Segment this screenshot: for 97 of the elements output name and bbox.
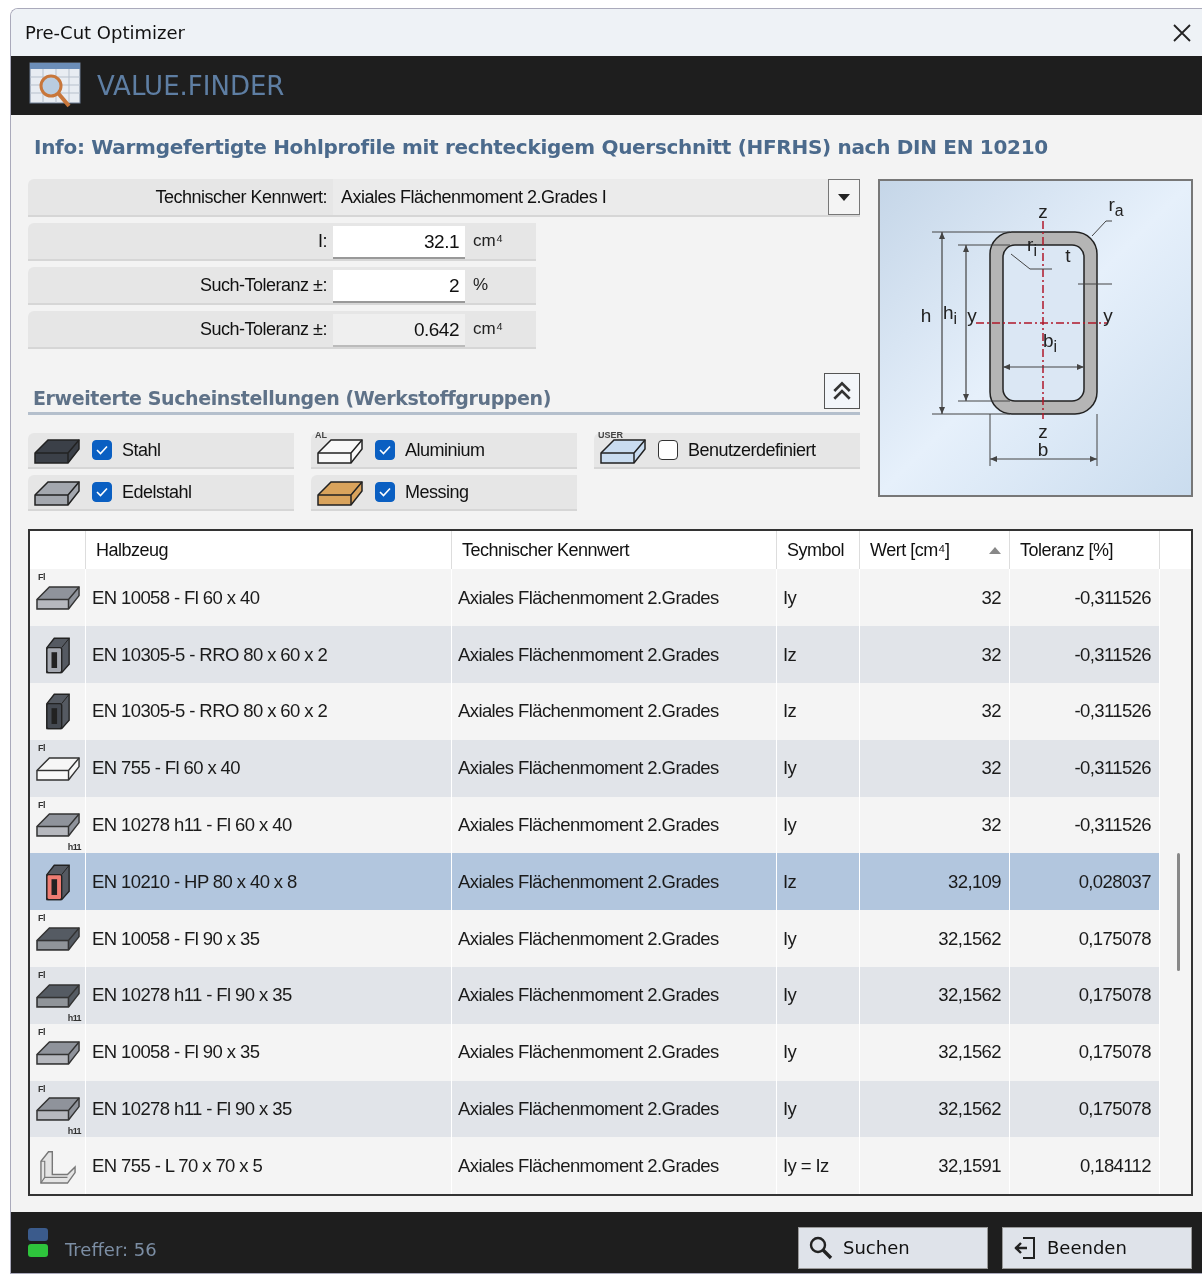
dimension-label: h$_{i}$ xyxy=(942,303,958,327)
checkbox-label: Stahl xyxy=(121,439,161,461)
table-cell: Iy xyxy=(777,739,860,797)
field-label: Such-Toleranz ±: xyxy=(199,318,328,342)
material-tag: AL xyxy=(315,430,327,441)
checkmark-icon xyxy=(379,487,391,498)
status-indicator-icon xyxy=(27,1226,49,1259)
dimension-label: t xyxy=(1065,245,1071,265)
field-label: Such-Toleranz ±: xyxy=(199,274,328,298)
collapse-button[interactable] xyxy=(824,373,860,410)
dimension-label: b xyxy=(1037,439,1049,459)
unit-label: cm⁴ xyxy=(472,318,503,341)
table-cell: Iy = Iz xyxy=(777,1137,860,1195)
exit-icon xyxy=(1013,1235,1037,1260)
table-magnifier-icon xyxy=(29,61,81,110)
icon-tag: Fl xyxy=(38,1083,45,1094)
icon-tag: h11 xyxy=(67,1012,81,1023)
checkmark-icon xyxy=(96,445,108,456)
dimension-label: r$_{i}$ xyxy=(1027,235,1037,259)
table-cell: 32,1591 xyxy=(860,1137,1010,1195)
checkbox[interactable] xyxy=(92,482,112,503)
checkbox-label: Aluminium xyxy=(404,439,485,461)
app-title: VALUE.FINDER xyxy=(97,70,285,101)
icon-tag: Fl xyxy=(38,572,45,583)
dimension-label: y xyxy=(1103,305,1113,325)
footer-button[interactable]: Beenden xyxy=(1002,1226,1192,1269)
dimension-label: r$_{a}$ xyxy=(1108,195,1124,219)
table-cell: 32 xyxy=(860,682,1010,740)
unit-label: % xyxy=(472,274,489,297)
checkmark-icon xyxy=(379,445,391,456)
table-cell: Iz xyxy=(777,626,860,683)
parameter-dropdown[interactable]: Axiales Flächenmoment 2.Grades I xyxy=(333,179,828,216)
table-cell: EN 10058 - Fl 90 x 35 xyxy=(86,910,452,967)
dimension-label: y xyxy=(967,305,977,325)
table-cell: EN 755 - L 70 x 70 x 5 xyxy=(86,1137,452,1195)
table-cell: EN 755 - Fl 60 x 40 xyxy=(86,739,452,797)
checkbox-label: Messing xyxy=(404,481,469,503)
table-cell: EN 10058 - Fl 90 x 35 xyxy=(86,1023,452,1081)
table-cell: Axiales Flächenmoment 2.Grades xyxy=(452,1023,777,1081)
dimension-label: h xyxy=(920,305,932,325)
table-cell: 32 xyxy=(860,626,1010,683)
table-cell: 32,1562 xyxy=(860,966,1010,1024)
value-field[interactable]: 2 xyxy=(333,270,465,304)
checkbox[interactable] xyxy=(375,440,395,461)
table-cell: Axiales Flächenmoment 2.Grades xyxy=(452,1137,777,1195)
table-cell: Iz xyxy=(777,682,860,740)
value-field[interactable]: 32.1 xyxy=(333,226,465,260)
icon-tag: h11 xyxy=(67,842,81,853)
window-title: Pre-Cut Optimizer xyxy=(25,22,186,44)
dropdown-button[interactable] xyxy=(828,179,860,216)
close-icon[interactable] xyxy=(1172,22,1192,43)
table-row[interactable]: Fl h11 EN 10278 h11 - Fl 90 x 35 Axiales Flächenmoment 2.Grades Iy 32,1562 0,175078 xyxy=(30,966,1191,1024)
table-row[interactable]: Fl EN 755 - Fl 60 x 40 Axiales Flächenmoment 2.Grades Iy 32 -0,311526 xyxy=(30,739,1191,797)
table-cell: Iy xyxy=(777,910,860,967)
checkbox[interactable] xyxy=(92,440,112,461)
checkmark-icon xyxy=(96,487,108,498)
checkbox[interactable] xyxy=(658,440,678,461)
checkbox-label: Edelstahl xyxy=(121,481,192,503)
checkbox-label: Benutzerdefiniert xyxy=(687,439,816,461)
table-cell: EN 10305-5 - RRO 80 x 60 x 2 xyxy=(86,682,452,740)
table-cell: Axiales Flächenmoment 2.Grades xyxy=(452,739,777,797)
icon-tag: Fl xyxy=(38,1026,45,1037)
checkbox[interactable] xyxy=(375,482,395,503)
table-cell: Iy xyxy=(777,1023,860,1081)
material-tag: USER xyxy=(598,430,623,441)
table-cell: Axiales Flächenmoment 2.Grades xyxy=(452,910,777,967)
table-cell: 32,1562 xyxy=(860,910,1010,967)
dimension-label: z xyxy=(1038,201,1048,221)
table-cell: 32,1562 xyxy=(860,1023,1010,1081)
icon-tag: Fl xyxy=(38,742,45,753)
dimension-label: b$_{i}$ xyxy=(1042,331,1058,355)
unit-label: cm⁴ xyxy=(472,230,503,253)
icon-tag: h11 xyxy=(67,1126,81,1137)
table-cell: Axiales Flächenmoment 2.Grades xyxy=(452,682,777,740)
dimension-label: z xyxy=(1038,421,1048,441)
table-cell: Axiales Flächenmoment 2.Grades xyxy=(452,966,777,1024)
table-row[interactable]: EN 10305-5 - RRO 80 x 60 x 2 Axiales Flächenmoment 2.Grades Iz 32 -0,311526 xyxy=(30,626,1191,683)
search-icon xyxy=(809,1235,833,1260)
table-cell: Axiales Flächenmoment 2.Grades xyxy=(452,626,777,683)
table-cell: EN 10278 h11 - Fl 90 x 35 xyxy=(86,966,452,1024)
table-cell: 32 xyxy=(860,739,1010,797)
icon-tag: Fl xyxy=(38,913,45,924)
footer-button[interactable]: Suchen xyxy=(798,1226,988,1269)
table-cell: Iy xyxy=(777,966,860,1024)
field-label: I: xyxy=(317,230,328,254)
value-field[interactable]: 0.642 xyxy=(333,314,465,348)
scrollbar-thumb[interactable] xyxy=(1177,853,1180,972)
status-text: Treffer: 56 xyxy=(65,1239,157,1261)
table-row[interactable]: EN 10210 - HP 80 x 40 x 8 Axiales Flächenmoment 2.Grades Iz 32,109 0,028037 xyxy=(30,853,1191,911)
caret-icon xyxy=(838,193,850,201)
info-heading: Info: Warmgefertigte Hohlprofile mit rechteckigem Querschnitt (HFRHS) nach DIN EN 10210 xyxy=(33,135,1049,160)
section-heading: Erweiterte Sucheinstellungen (Werkstoffgruppen) xyxy=(32,387,551,410)
icon-tag: Fl xyxy=(38,799,45,810)
icon-tag: Fl xyxy=(38,969,45,980)
table-row[interactable]: Fl h11 EN 10278 h11 - Fl 90 x 35 Axiales Flächenmoment 2.Grades Iy 32,1562 0,175078 xyxy=(30,1080,1191,1138)
field-label: Technischer Kennwert: xyxy=(154,186,328,210)
table-cell: EN 10305-5 - RRO 80 x 60 x 2 xyxy=(86,626,452,683)
